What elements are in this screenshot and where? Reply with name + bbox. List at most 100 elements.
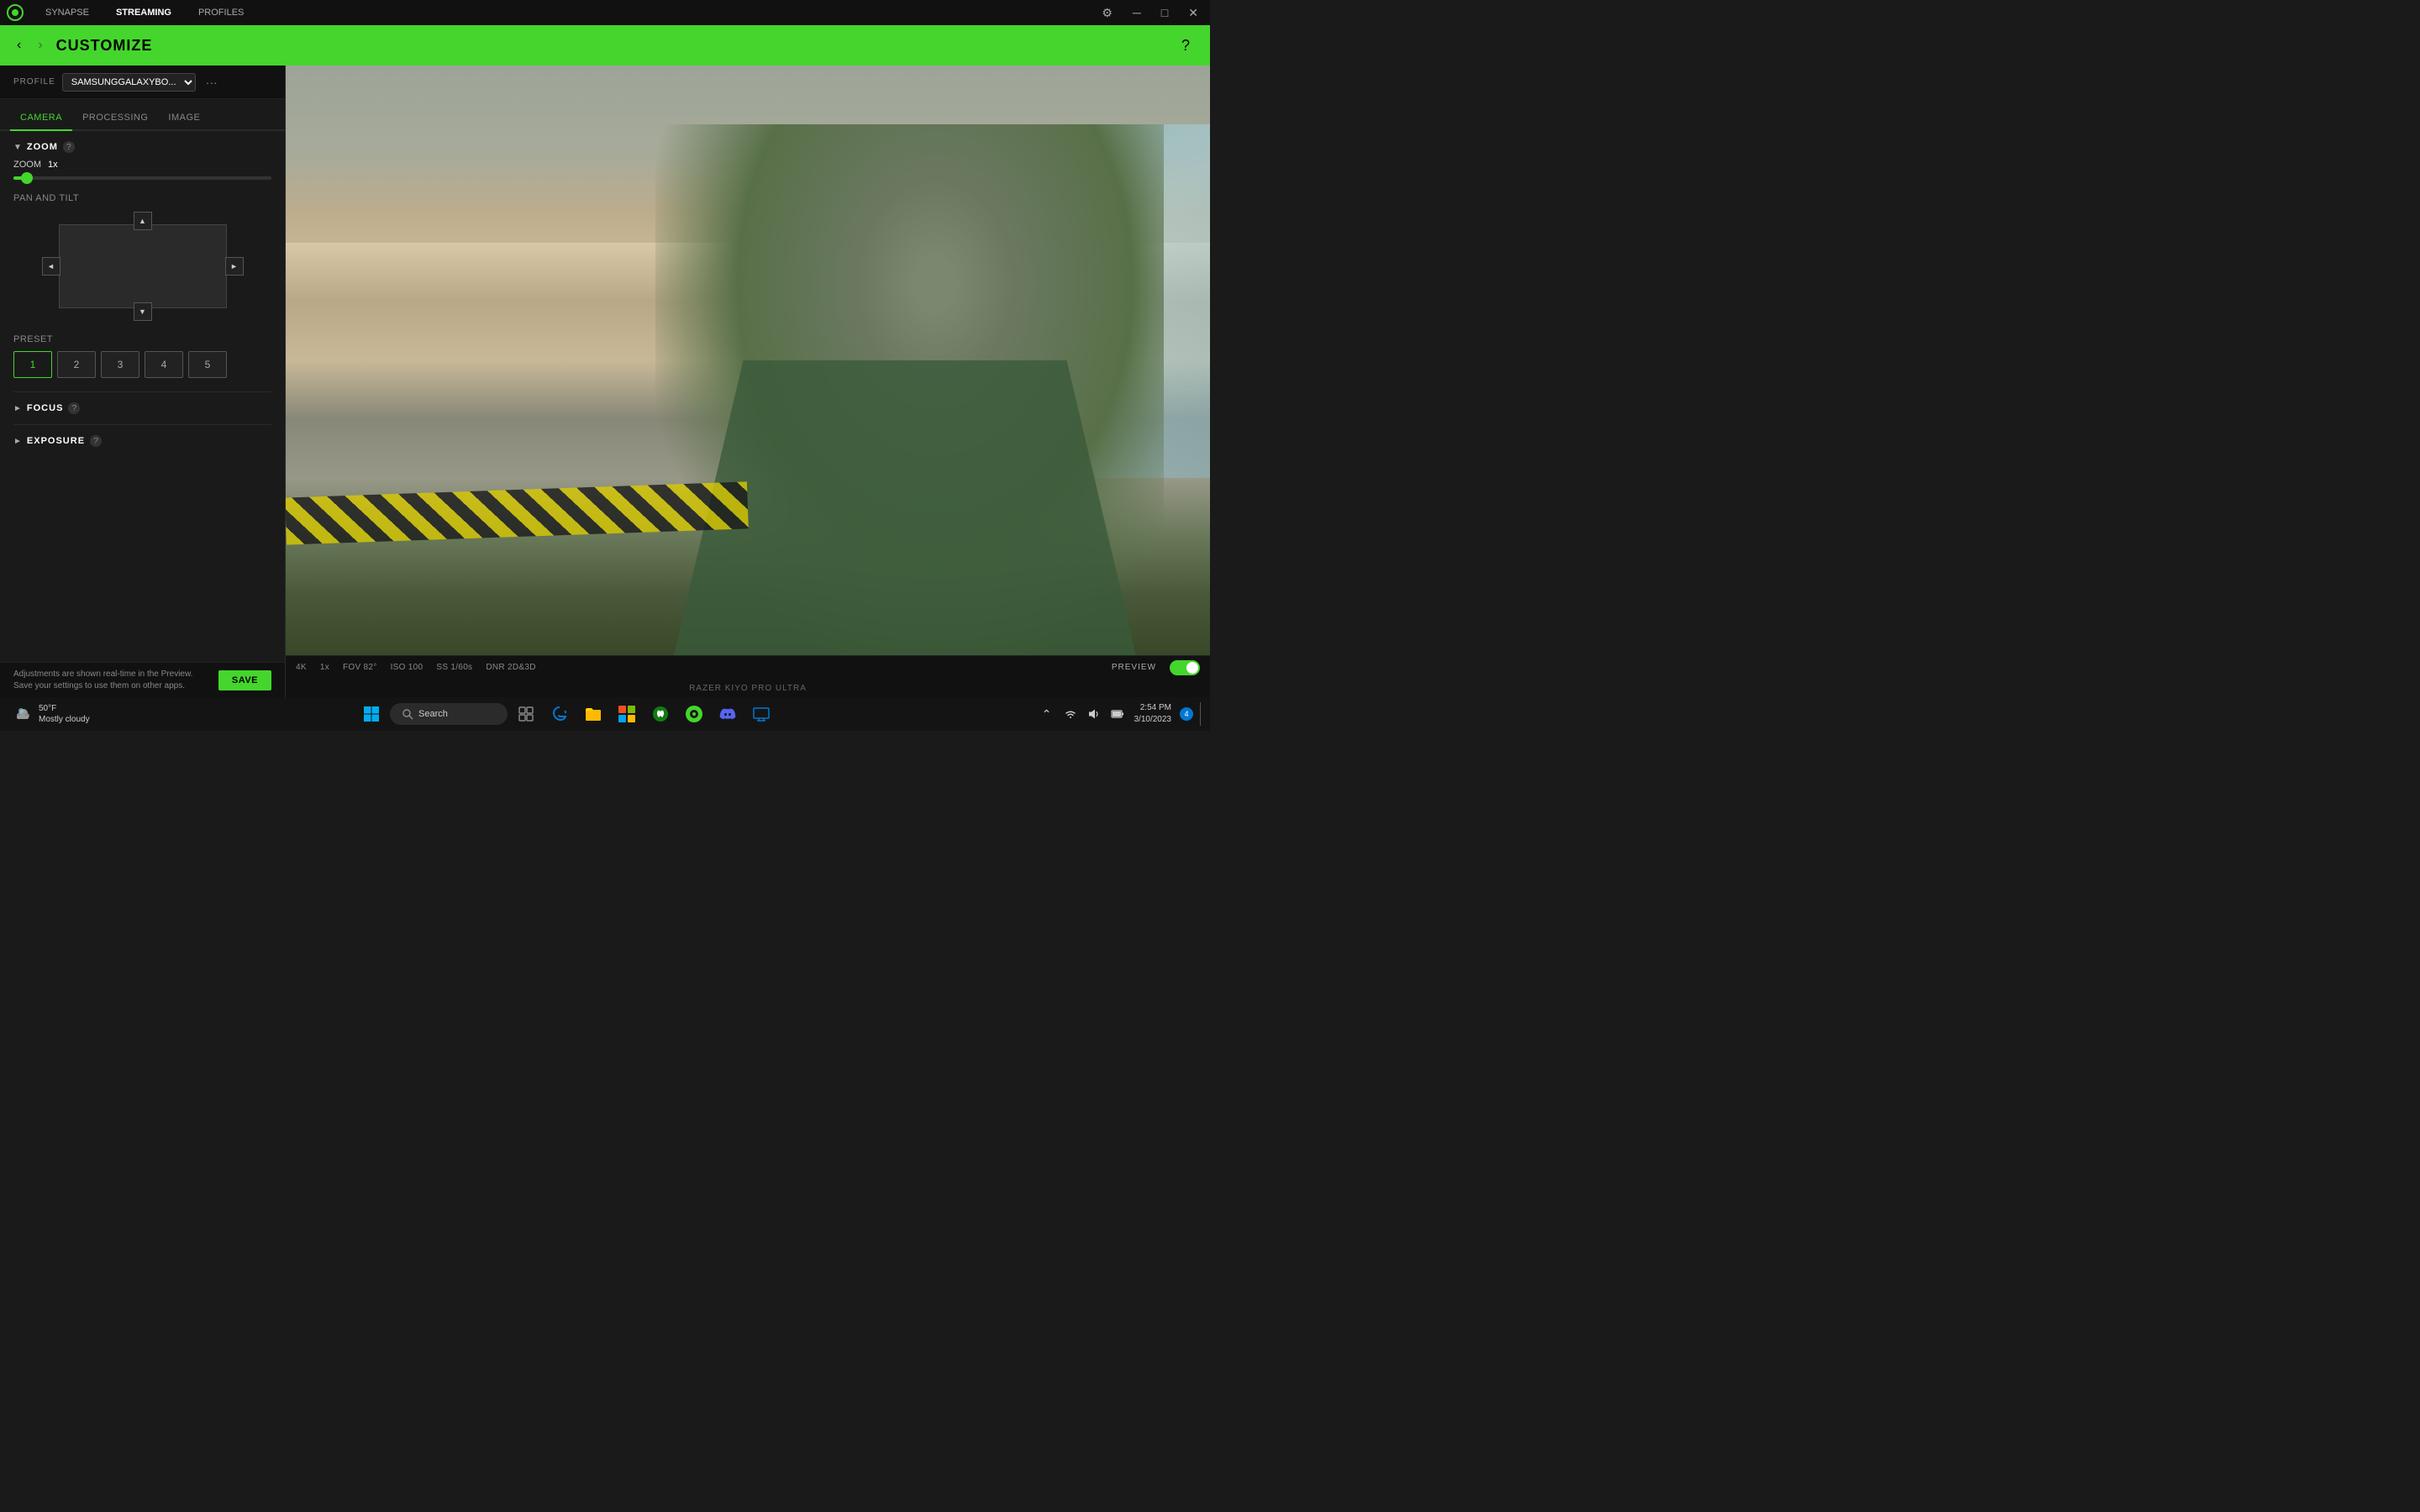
tab-image[interactable]: IMAGE bbox=[158, 106, 210, 131]
exposure-collapse-arrow: ► bbox=[13, 437, 22, 446]
device-name-bar: RAZER KIYO PRO ULTRA bbox=[286, 679, 1210, 697]
title-bar: SYNAPSE STREAMING PROFILES ⚙ ─ □ ✕ bbox=[0, 0, 1210, 25]
pan-right-button[interactable]: ► bbox=[225, 257, 244, 276]
edge-button[interactable] bbox=[544, 699, 575, 729]
status-resolution: 4K bbox=[296, 663, 307, 672]
status-bar: 4K 1x FOV 82° ISO 100 SS 1/60s DNR 2D&3D… bbox=[286, 655, 1210, 679]
store-icon bbox=[618, 705, 636, 723]
show-desktop-button[interactable] bbox=[1200, 702, 1203, 726]
maximize-button[interactable]: □ bbox=[1156, 4, 1173, 21]
network-icon[interactable] bbox=[1060, 702, 1081, 726]
discord-icon bbox=[718, 705, 737, 723]
preset-button-5[interactable]: 5 bbox=[188, 351, 227, 378]
profile-label: PROFILE bbox=[13, 77, 55, 87]
preset-section: PRESET 1 2 3 4 5 bbox=[13, 334, 271, 378]
chevron-up-icon[interactable]: ⌃ bbox=[1037, 702, 1057, 726]
preset-label: PRESET bbox=[13, 334, 271, 344]
xbox-icon bbox=[651, 705, 670, 723]
pan-up-button[interactable]: ▲ bbox=[134, 212, 152, 230]
focus-collapse-arrow: ► bbox=[13, 404, 22, 413]
preset-button-1[interactable]: 1 bbox=[13, 351, 52, 378]
preview-label: PREVIEW bbox=[1112, 663, 1156, 672]
focus-help-icon[interactable]: ? bbox=[68, 402, 80, 414]
nav-profiles[interactable]: PROFILES bbox=[193, 4, 249, 21]
weather-temp: 50°F bbox=[39, 703, 90, 714]
razer-icon bbox=[685, 705, 703, 723]
profile-select[interactable]: SAMSUNGGALAXYBО... bbox=[62, 73, 196, 92]
weather-icon bbox=[13, 704, 34, 724]
focus-section-title: FOCUS bbox=[27, 403, 64, 413]
preview-toggle[interactable] bbox=[1170, 660, 1200, 675]
taskbar: 50°F Mostly cloudy Search bbox=[0, 697, 1210, 731]
exposure-section-header[interactable]: ► EXPOSURE ? bbox=[13, 435, 271, 447]
status-zoom: 1x bbox=[320, 663, 329, 672]
profile-row: PROFILE SAMSUNGGALAXYBО... ··· bbox=[0, 66, 285, 99]
file-explorer-icon bbox=[584, 705, 602, 723]
search-icon bbox=[402, 708, 413, 720]
zoom-slider-track bbox=[13, 176, 271, 180]
left-panel: PROFILE SAMSUNGGALAXYBО... ··· CAMERA PR… bbox=[0, 66, 286, 697]
forward-button[interactable]: › bbox=[34, 36, 45, 55]
razer-taskbar-button[interactable] bbox=[679, 699, 709, 729]
battery-icon[interactable] bbox=[1107, 702, 1128, 726]
store-button[interactable] bbox=[612, 699, 642, 729]
xbox-button[interactable] bbox=[645, 699, 676, 729]
save-button[interactable]: SAVE bbox=[218, 670, 271, 690]
zoom-help-icon[interactable]: ? bbox=[63, 141, 75, 153]
zoom-slider[interactable] bbox=[13, 176, 271, 180]
taskbar-clock[interactable]: 2:54 PM 3/10/2023 bbox=[1131, 702, 1176, 726]
nav-synapse[interactable]: SYNAPSE bbox=[40, 4, 94, 21]
status-iso: ISO 100 bbox=[391, 663, 424, 672]
clock-date: 3/10/2023 bbox=[1134, 714, 1172, 726]
profile-more-button[interactable]: ··· bbox=[206, 76, 218, 89]
preset-button-4[interactable]: 4 bbox=[145, 351, 183, 378]
page-title: CUSTOMIZE bbox=[56, 37, 1171, 55]
main-layout: PROFILE SAMSUNGGALAXYBО... ··· CAMERA PR… bbox=[0, 66, 1210, 697]
close-button[interactable]: ✕ bbox=[1183, 4, 1203, 22]
exposure-help-icon[interactable]: ? bbox=[90, 435, 102, 447]
zoom-section-header[interactable]: ▼ ZOOM ? bbox=[13, 141, 271, 153]
file-explorer-button[interactable] bbox=[578, 699, 608, 729]
nav-streaming[interactable]: STREAMING bbox=[111, 4, 176, 21]
notification-text: Adjustments are shown real-time in the P… bbox=[13, 669, 192, 692]
zoom-value-row: ZOOM 1x bbox=[13, 160, 271, 170]
divider-1 bbox=[13, 391, 271, 392]
search-bar[interactable]: Search bbox=[390, 703, 508, 725]
pan-left-button[interactable]: ◄ bbox=[42, 257, 60, 276]
device-name: RAZER KIYO PRO ULTRA bbox=[689, 684, 807, 693]
settings-button[interactable]: ⚙ bbox=[1097, 4, 1118, 22]
weather-widget[interactable]: 50°F Mostly cloudy bbox=[7, 700, 97, 728]
tab-row: CAMERA PROCESSING IMAGE bbox=[0, 99, 285, 131]
zoom-section-title: ZOOM bbox=[27, 142, 58, 152]
header-bar: ‹ › CUSTOMIZE ? bbox=[0, 25, 1210, 66]
focus-section-header[interactable]: ► FOCUS ? bbox=[13, 402, 271, 414]
back-button[interactable]: ‹ bbox=[13, 36, 24, 55]
pan-tilt-box[interactable] bbox=[59, 224, 227, 308]
pan-down-button[interactable]: ▼ bbox=[134, 302, 152, 321]
help-button[interactable]: ? bbox=[1181, 37, 1190, 55]
notification-badge[interactable]: 4 bbox=[1180, 707, 1193, 721]
taskbar-left: 50°F Mostly cloudy bbox=[7, 700, 97, 728]
focus-section: ► FOCUS ? bbox=[13, 402, 271, 414]
notification-line1: Adjustments are shown real-time in the P… bbox=[13, 669, 192, 680]
weather-text: 50°F Mostly cloudy bbox=[39, 703, 90, 725]
start-button[interactable] bbox=[356, 699, 387, 729]
minimize-button[interactable]: ─ bbox=[1128, 4, 1146, 21]
preset-button-3[interactable]: 3 bbox=[101, 351, 139, 378]
task-view-button[interactable] bbox=[511, 699, 541, 729]
zoom-label: ZOOM bbox=[13, 160, 41, 170]
pan-tilt-label: PAN AND TILT bbox=[13, 193, 271, 203]
zoom-slider-thumb[interactable] bbox=[21, 172, 33, 184]
preset-button-2[interactable]: 2 bbox=[57, 351, 96, 378]
discord-button[interactable] bbox=[713, 699, 743, 729]
tab-processing[interactable]: PROCESSING bbox=[72, 106, 158, 131]
search-placeholder: Search bbox=[418, 709, 448, 719]
bottom-notification: Adjustments are shown real-time in the P… bbox=[0, 662, 285, 697]
tab-camera[interactable]: CAMERA bbox=[10, 106, 72, 131]
remote-desktop-button[interactable] bbox=[746, 699, 776, 729]
battery-icon bbox=[1111, 707, 1124, 721]
pan-tilt-widget: ▲ ▼ ◄ ► bbox=[42, 212, 244, 321]
exposure-section: ► EXPOSURE ? bbox=[13, 435, 271, 447]
volume-icon[interactable] bbox=[1084, 702, 1104, 726]
divider-2 bbox=[13, 424, 271, 425]
